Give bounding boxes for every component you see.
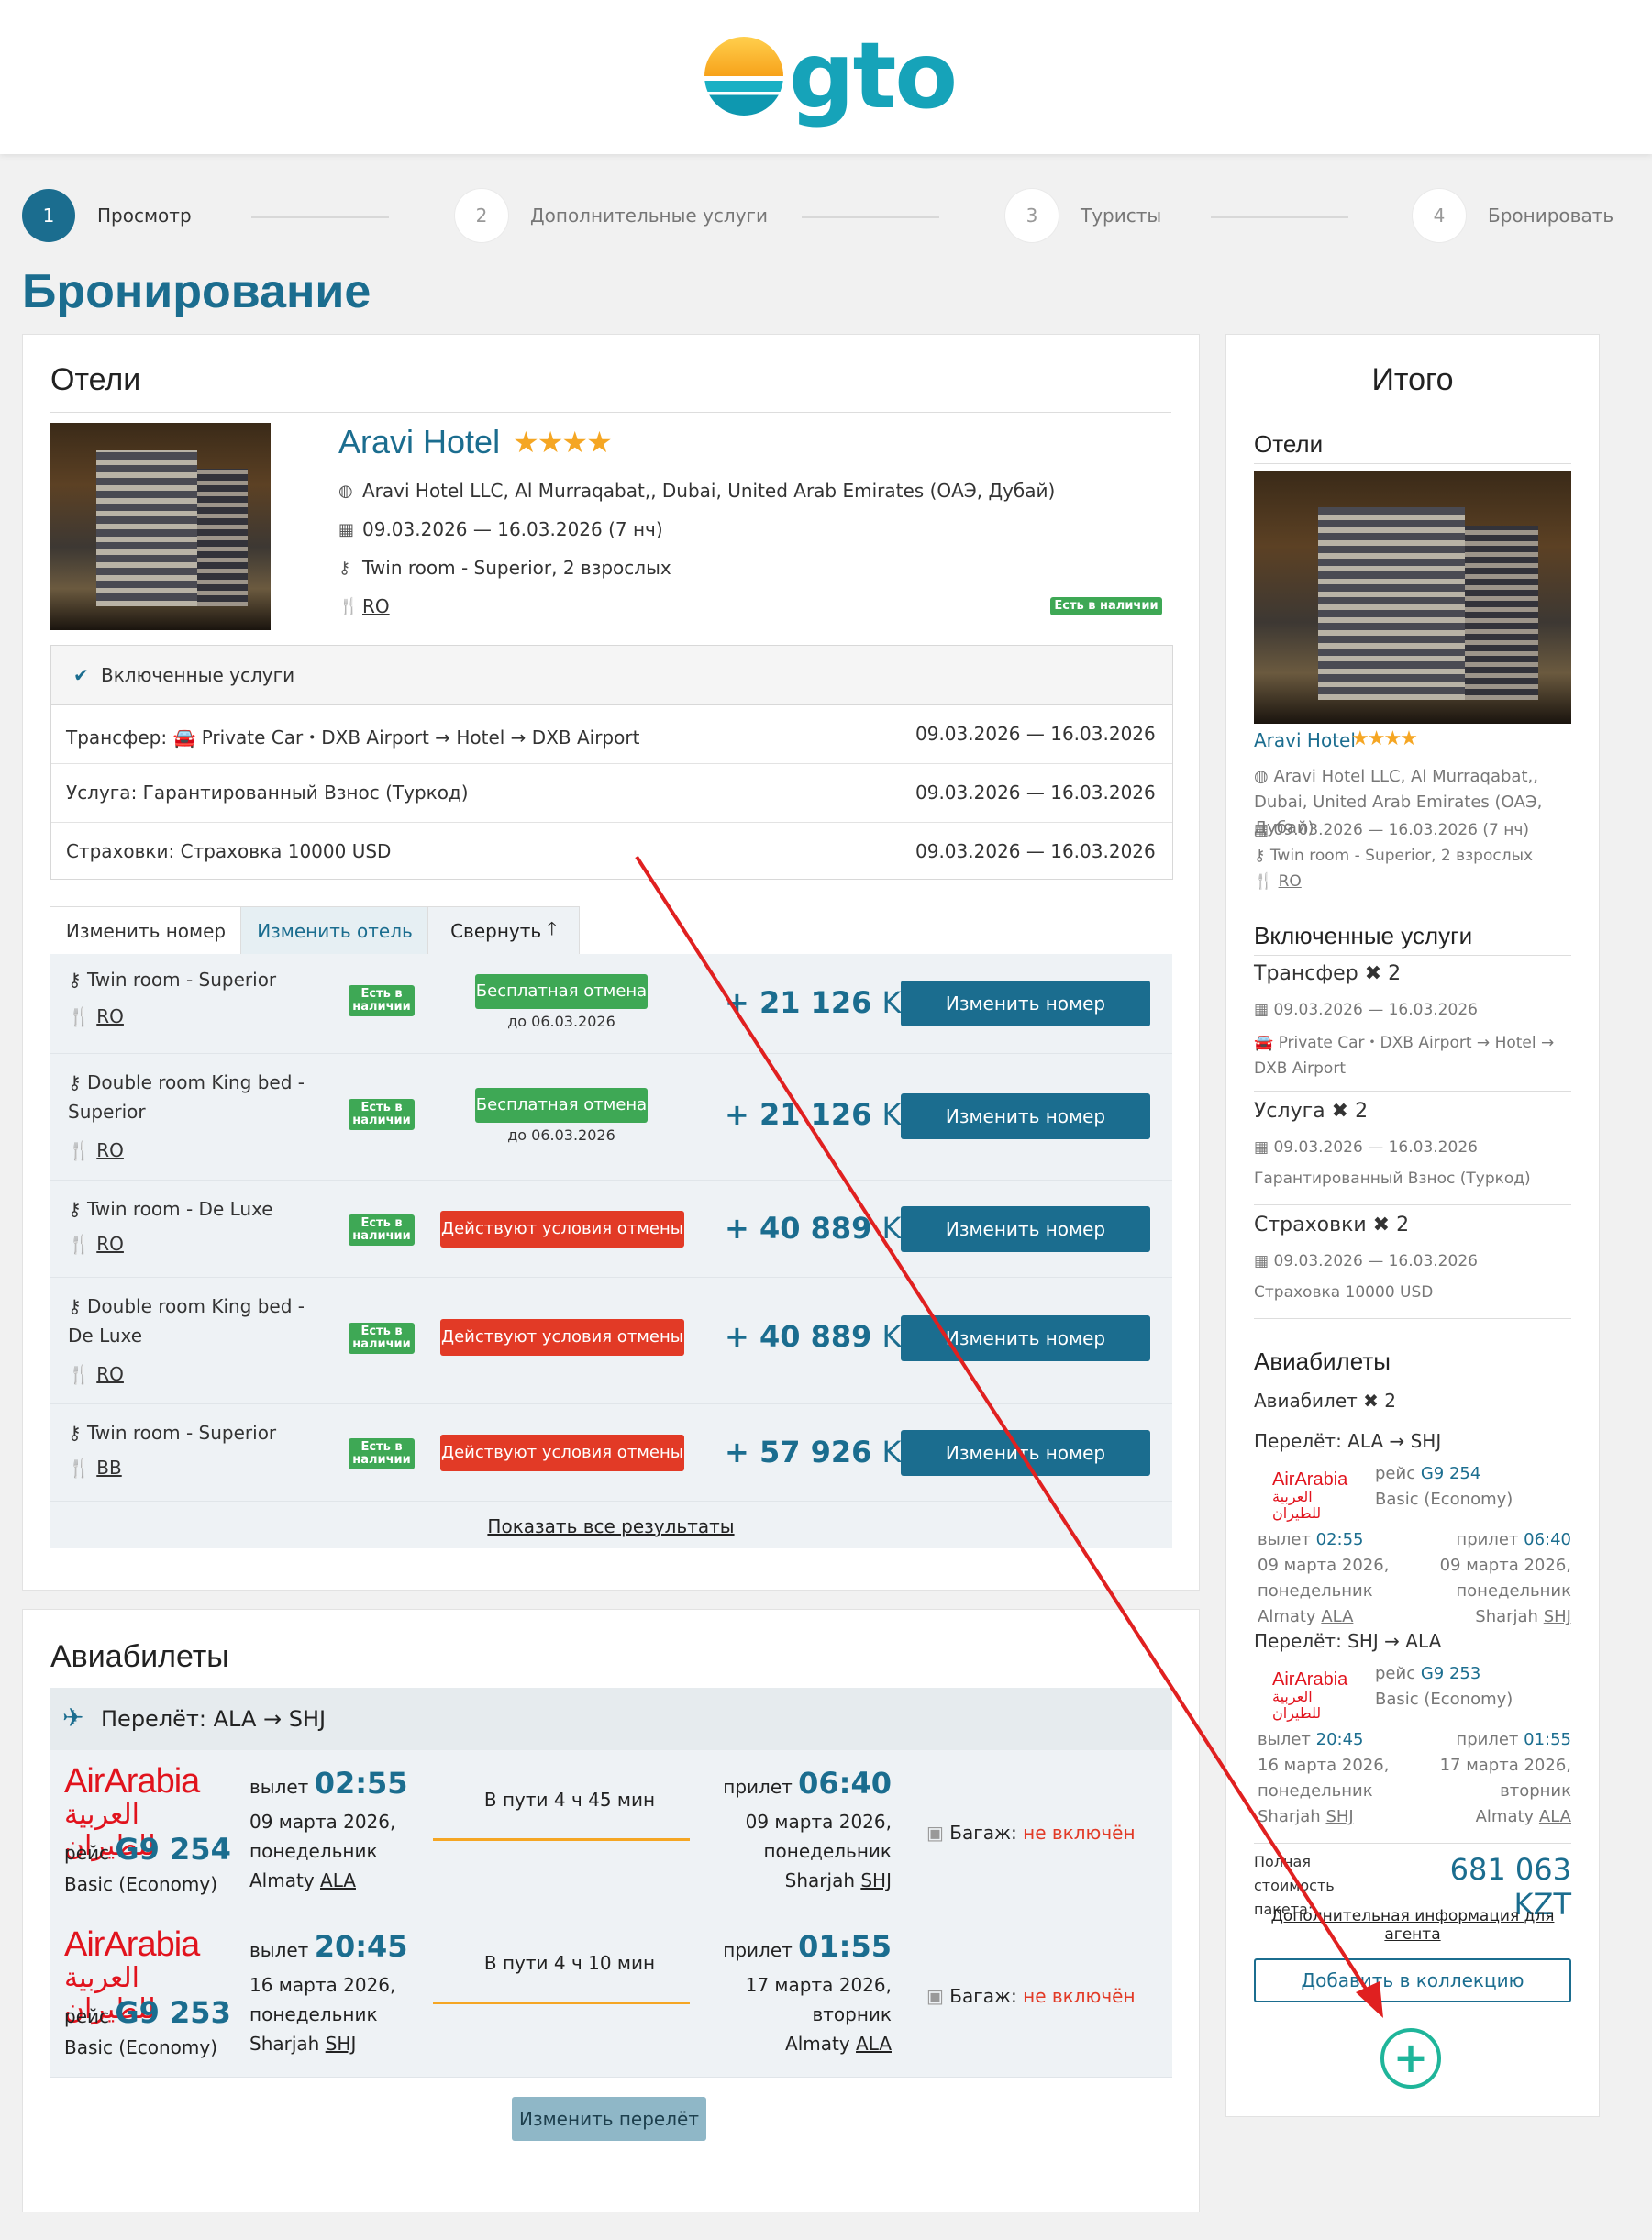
annotation-arrow (635, 855, 1383, 2018)
annotation-arrow-head (1356, 1981, 1383, 2018)
annotation-arrow-line (635, 855, 1376, 2003)
